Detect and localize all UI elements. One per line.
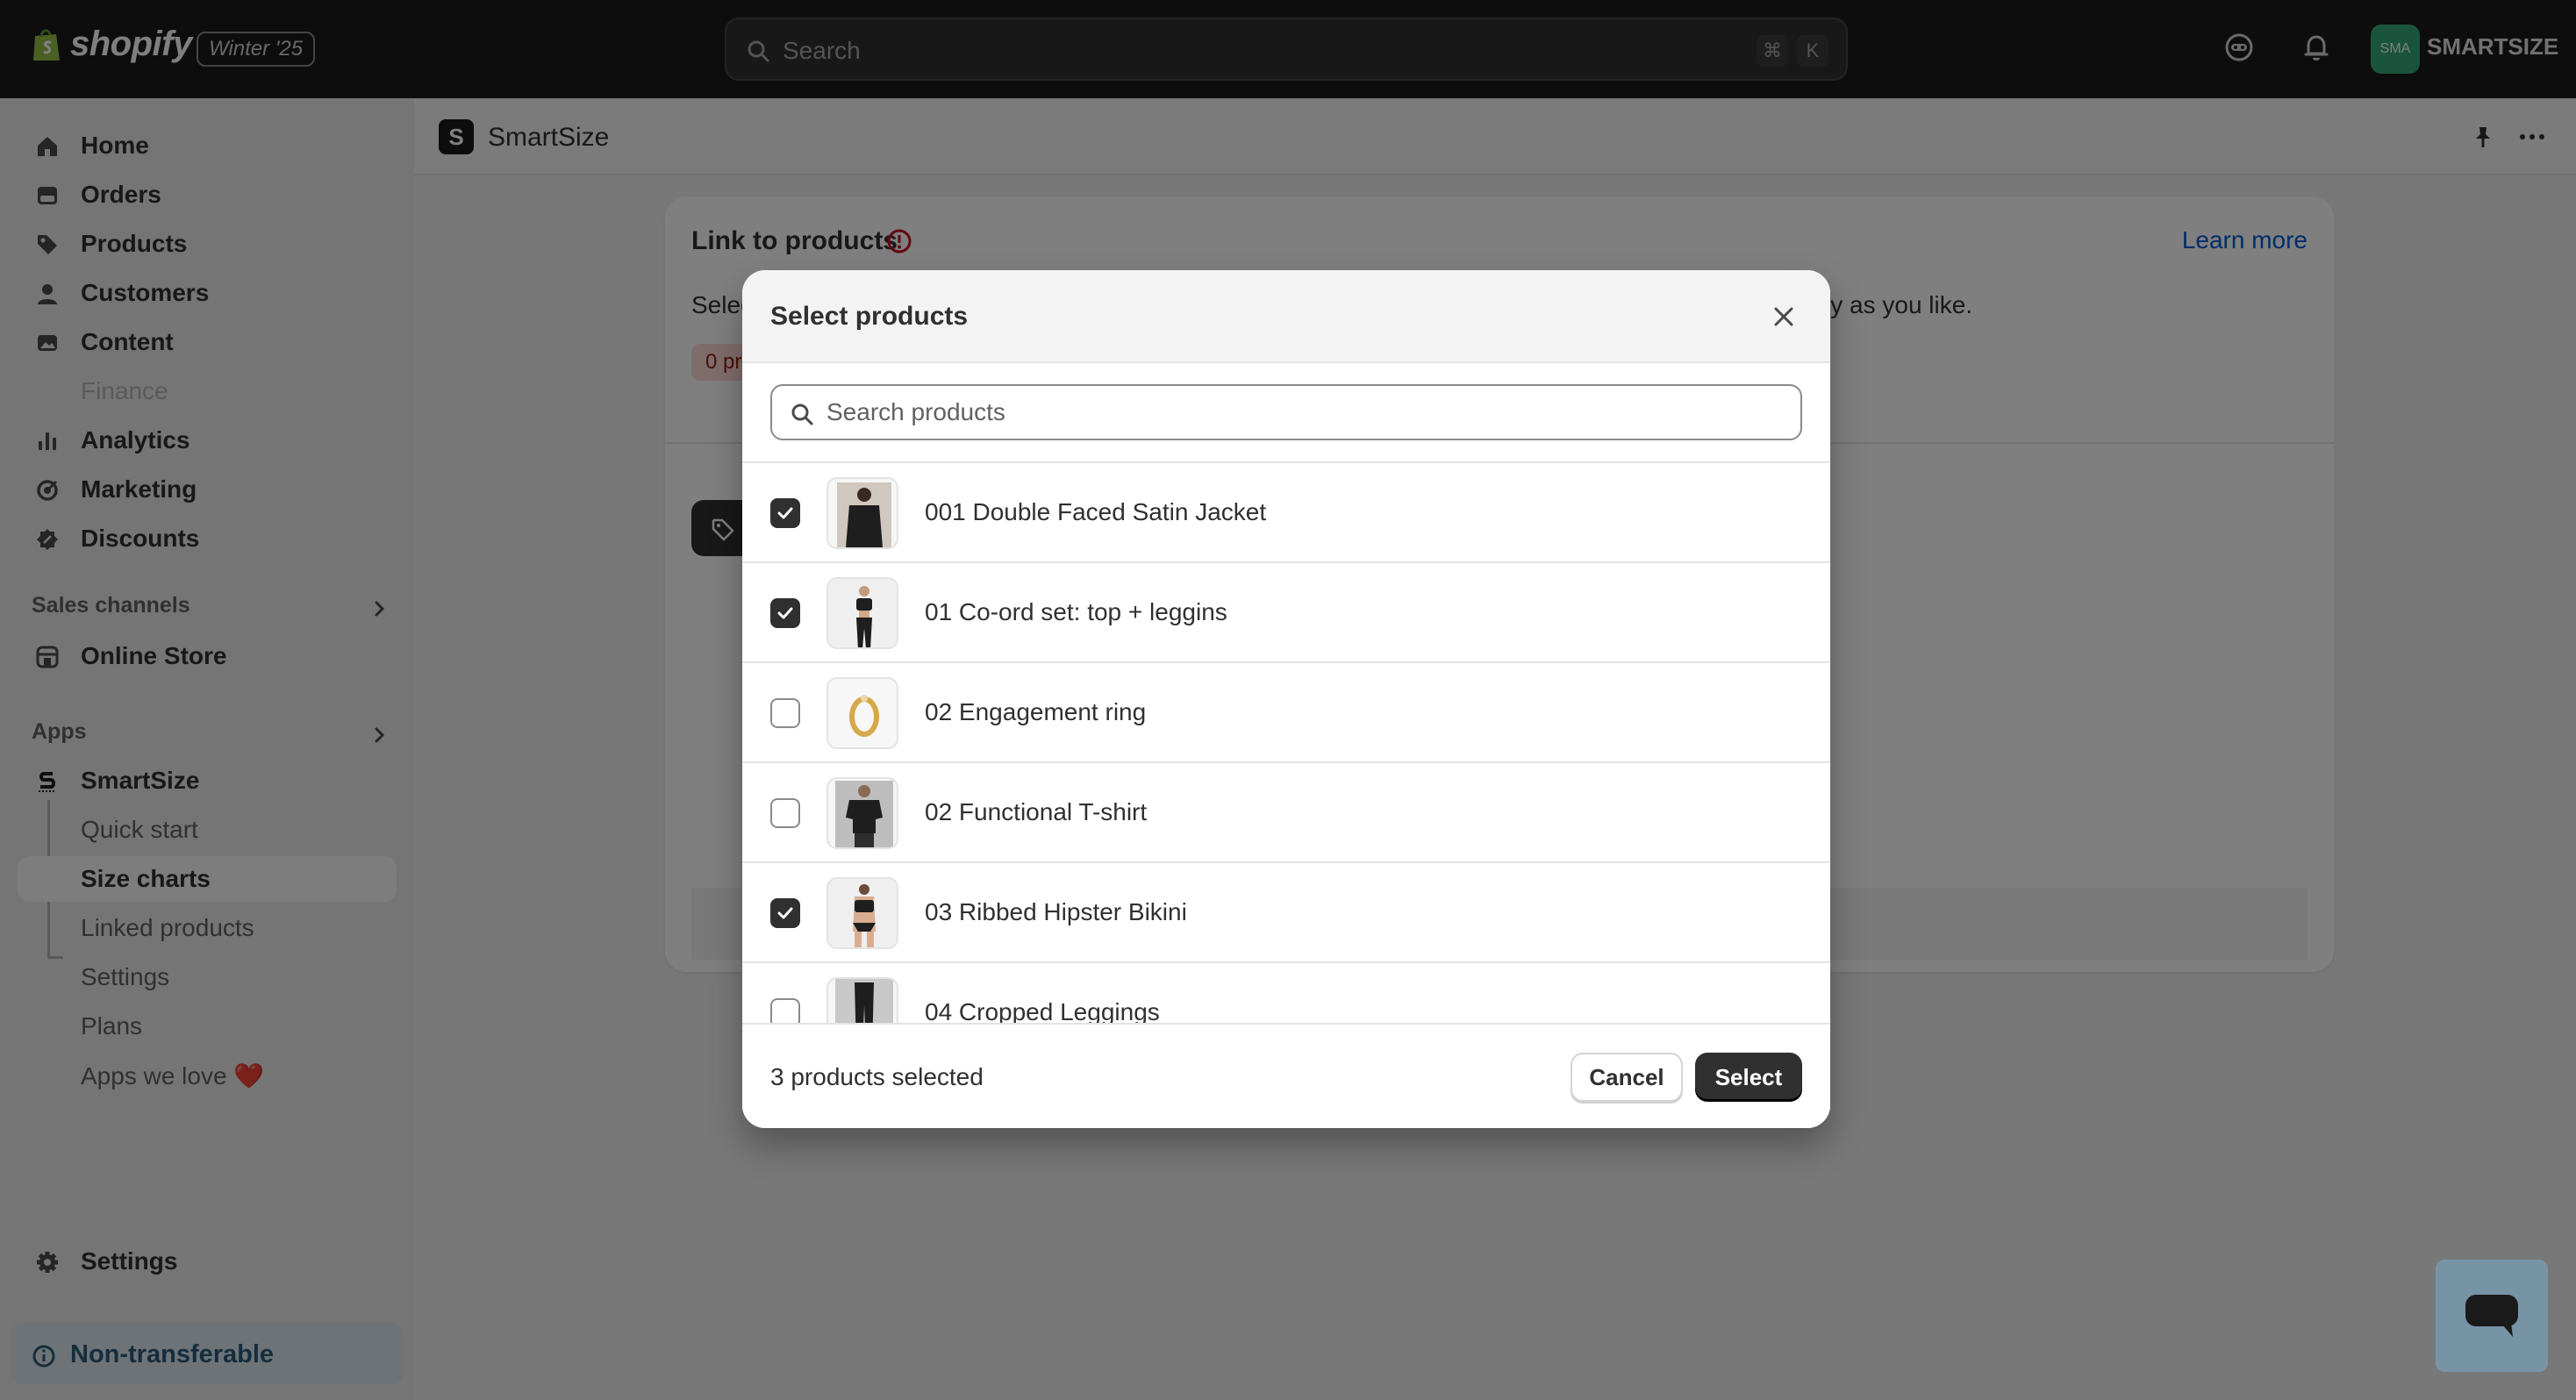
search-icon: [790, 402, 814, 426]
selected-count: 3 products selected: [770, 1063, 984, 1090]
product-checkbox[interactable]: [770, 498, 800, 528]
product-checkbox[interactable]: [770, 798, 800, 828]
product-thumbnail: [826, 477, 898, 549]
select-button[interactable]: Select: [1695, 1053, 1802, 1102]
product-name: 02 Functional T-shirt: [925, 798, 1148, 825]
product-row[interactable]: 03 Ribbed Hipster Bikini: [742, 863, 1830, 963]
product-checkbox[interactable]: [770, 698, 800, 728]
product-row[interactable]: 04 Cropped Leggings: [742, 963, 1830, 1023]
chat-button[interactable]: [2436, 1260, 2548, 1372]
chat-icon: [2464, 1293, 2520, 1339]
product-name: 01 Co-ord set: top + leggins: [925, 598, 1227, 625]
product-row[interactable]: 001 Double Faced Satin Jacket: [742, 463, 1830, 563]
product-thumbnail: [826, 677, 898, 749]
product-name: 03 Ribbed Hipster Bikini: [925, 898, 1187, 925]
close-icon[interactable]: [1771, 304, 1797, 330]
product-search-field[interactable]: [770, 384, 1802, 440]
select-products-modal: Select products 001 Double Faced Satin J…: [742, 270, 1830, 1128]
product-thumbnail: [826, 577, 898, 649]
product-checkbox[interactable]: [770, 998, 800, 1023]
product-name: 001 Double Faced Satin Jacket: [925, 498, 1267, 525]
product-thumbnail: [826, 977, 898, 1023]
modal-footer: 3 products selected Cancel Select: [742, 1023, 1830, 1128]
product-thumbnail: [826, 777, 898, 849]
modal-header: Select products: [742, 270, 1830, 363]
product-thumbnail: [826, 877, 898, 949]
product-row[interactable]: 02 Functional T-shirt: [742, 763, 1830, 863]
product-checkbox[interactable]: [770, 598, 800, 628]
product-list: 001 Double Faced Satin Jacket 01 Co-ord …: [742, 461, 1830, 1023]
product-name: 04 Cropped Leggings: [925, 998, 1160, 1023]
modal-title: Select products: [770, 302, 969, 331]
product-row[interactable]: 02 Engagement ring: [742, 663, 1830, 763]
cancel-button[interactable]: Cancel: [1571, 1053, 1683, 1102]
product-checkbox[interactable]: [770, 898, 800, 928]
product-search-input[interactable]: [826, 395, 1783, 430]
product-name: 02 Engagement ring: [925, 698, 1147, 725]
product-row[interactable]: 01 Co-ord set: top + leggins: [742, 563, 1830, 663]
